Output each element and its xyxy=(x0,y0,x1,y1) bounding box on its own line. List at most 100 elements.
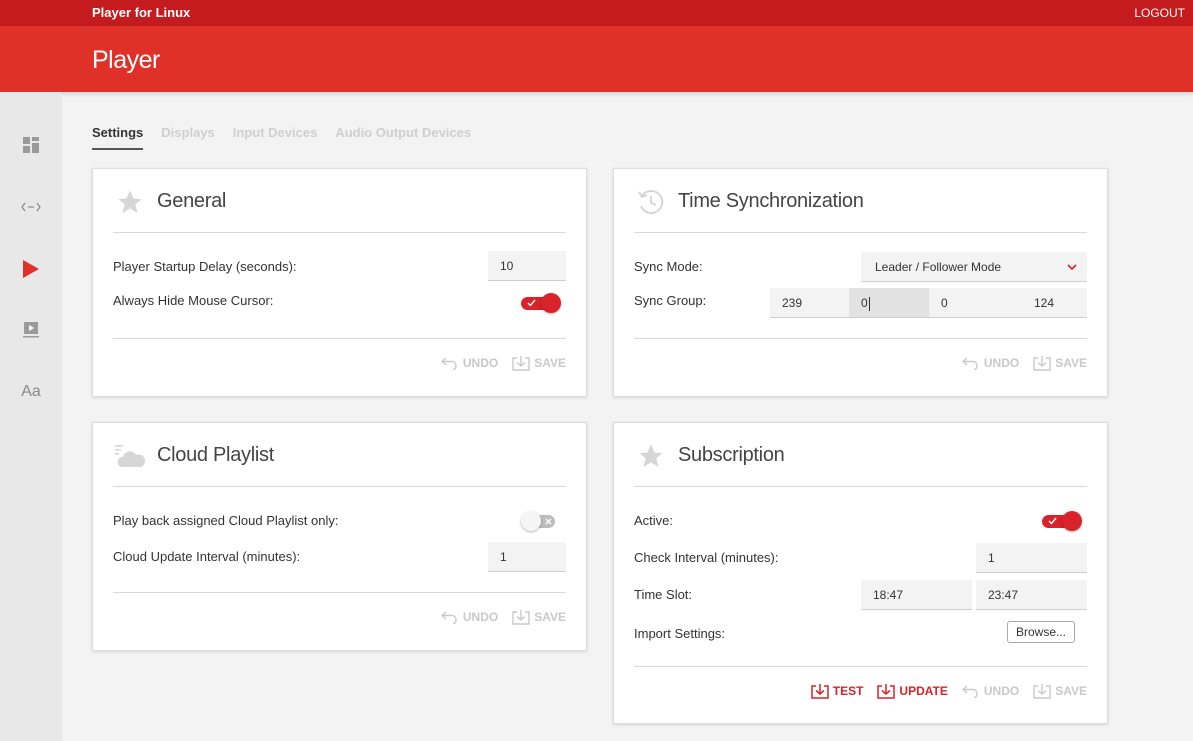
time-slot-label: Time Slot: xyxy=(634,587,693,602)
save-label: SAVE xyxy=(1055,684,1087,698)
sync-group-octet-2[interactable]: 0 xyxy=(849,288,929,318)
cloud-playlist-title: Cloud Playlist xyxy=(157,444,274,466)
save-button[interactable]: SAVE xyxy=(1033,683,1087,699)
divider xyxy=(113,338,566,339)
sidebar: Aa xyxy=(0,92,62,741)
general-actions: UNDO SAVE xyxy=(427,355,566,371)
check-interval-label: Check Interval (minutes): xyxy=(634,550,779,565)
sync-group-octet-2-value: 0 xyxy=(861,296,868,310)
logout-link[interactable]: LOGOUT xyxy=(1134,6,1185,20)
update-interval-label: Cloud Update Interval (minutes): xyxy=(113,549,301,564)
font-icon: Aa xyxy=(21,383,41,400)
save-label: SAVE xyxy=(534,610,566,624)
sidebar-item-fonts[interactable]: Aa xyxy=(0,368,62,416)
top-bar: Player for Linux LOGOUT xyxy=(0,0,1193,26)
dashboard-icon xyxy=(23,137,39,153)
save-icon xyxy=(1033,684,1051,699)
sidebar-item-player[interactable] xyxy=(0,245,62,293)
general-card: General Player Startup Delay (seconds): … xyxy=(92,168,587,397)
sync-mode-select[interactable]: Leader / Follower Mode xyxy=(861,252,1087,282)
check-interval-input[interactable]: 1 xyxy=(976,543,1087,573)
tab-settings[interactable]: Settings xyxy=(92,125,144,150)
undo-label: UNDO xyxy=(983,356,1020,370)
time-sync-actions: UNDO SAVE xyxy=(948,355,1087,371)
hide-cursor-toggle[interactable] xyxy=(521,293,561,313)
assigned-only-label: Play back assigned Cloud Playlist only: xyxy=(113,513,339,528)
check-icon xyxy=(1048,517,1057,525)
undo-label: UNDO xyxy=(983,684,1020,698)
toggle-knob xyxy=(1062,511,1082,531)
page-header: Player xyxy=(0,26,1193,92)
undo-label: UNDO xyxy=(462,610,499,624)
check-icon xyxy=(527,299,536,307)
sync-group-octet-4[interactable]: 124 xyxy=(1008,288,1087,318)
time-sync-title: Time Synchronization xyxy=(678,190,864,212)
cloud-playlist-card: Cloud Playlist Play back assigned Cloud … xyxy=(92,422,587,651)
sync-group-octet-1[interactable]: 239 xyxy=(770,288,849,318)
undo-button[interactable]: UNDO xyxy=(961,356,1020,370)
undo-icon xyxy=(961,357,978,370)
active-toggle[interactable] xyxy=(1042,511,1082,531)
save-icon xyxy=(1033,356,1051,371)
undo-icon xyxy=(440,357,457,370)
subscription-card: Subscription Active: Check Interval (min… xyxy=(613,422,1108,724)
test-button[interactable]: TEST xyxy=(810,683,863,699)
save-button[interactable]: SAVE xyxy=(512,355,566,371)
update-interval-input[interactable]: 1 xyxy=(488,542,566,572)
code-arrows-icon xyxy=(21,202,41,212)
text-cursor xyxy=(868,296,870,311)
save-icon xyxy=(512,356,530,371)
save-icon xyxy=(512,610,530,625)
sidebar-item-code[interactable] xyxy=(0,183,62,231)
startup-delay-label: Player Startup Delay (seconds): xyxy=(113,259,297,274)
general-title: General xyxy=(157,190,227,212)
subscription-actions: TEST UPDATE UNDO SAVE xyxy=(797,683,1087,699)
divider xyxy=(113,592,566,593)
undo-button[interactable]: UNDO xyxy=(961,684,1020,698)
update-button[interactable]: UPDATE xyxy=(877,683,948,699)
import-settings-label: Import Settings: xyxy=(634,626,726,641)
time-sync-card-header: Time Synchronization xyxy=(634,185,1087,233)
undo-button[interactable]: UNDO xyxy=(440,356,499,370)
divider xyxy=(634,338,1087,339)
assigned-only-toggle[interactable] xyxy=(521,511,561,531)
hide-cursor-label: Always Hide Mouse Cursor: xyxy=(113,293,274,308)
tab-audio-output-devices[interactable]: Audio Output Devices xyxy=(335,125,471,150)
sync-group-octet-3[interactable]: 0 xyxy=(929,288,1008,318)
browse-button[interactable]: Browse... xyxy=(1007,621,1076,643)
tab-displays[interactable]: Displays xyxy=(161,125,214,150)
save-button[interactable]: SAVE xyxy=(512,609,566,625)
general-card-header: General xyxy=(113,185,566,233)
tab-bar: Settings Displays Input Devices Audio Ou… xyxy=(92,125,489,150)
toggle-knob xyxy=(521,511,541,531)
cloud-playlist-card-header: Cloud Playlist xyxy=(113,439,566,487)
download-icon xyxy=(877,684,896,699)
startup-delay-input[interactable]: 10 xyxy=(488,251,566,281)
save-button[interactable]: SAVE xyxy=(1033,355,1087,371)
divider xyxy=(634,666,1087,667)
star-icon xyxy=(634,439,668,473)
tab-input-devices[interactable]: Input Devices xyxy=(233,125,318,150)
app-name: Player for Linux xyxy=(92,5,191,20)
save-label: SAVE xyxy=(534,356,566,370)
undo-button[interactable]: UNDO xyxy=(440,610,499,624)
sync-group-label: Sync Group: xyxy=(634,293,707,308)
update-label: UPDATE xyxy=(899,684,948,698)
sidebar-item-presentation[interactable] xyxy=(0,306,62,354)
active-label: Active: xyxy=(634,513,674,528)
subscription-card-header: Subscription xyxy=(634,439,1087,487)
star-icon xyxy=(113,185,147,219)
sync-mode-value: Leader / Follower Mode xyxy=(875,260,1002,274)
cloud-playlist-icon xyxy=(113,439,147,473)
save-label: SAVE xyxy=(1055,356,1087,370)
time-slot-end-input[interactable]: 23:47 xyxy=(976,580,1087,610)
sidebar-item-dashboard[interactable] xyxy=(0,121,62,169)
history-icon xyxy=(634,185,668,219)
undo-icon xyxy=(440,611,457,624)
cloud-playlist-actions: UNDO SAVE xyxy=(427,609,566,625)
time-slot-start-input[interactable]: 18:47 xyxy=(861,580,972,610)
sync-mode-label: Sync Mode: xyxy=(634,259,703,274)
undo-label: UNDO xyxy=(462,356,499,370)
chevron-down-icon xyxy=(1067,264,1077,271)
play-icon xyxy=(23,260,39,278)
